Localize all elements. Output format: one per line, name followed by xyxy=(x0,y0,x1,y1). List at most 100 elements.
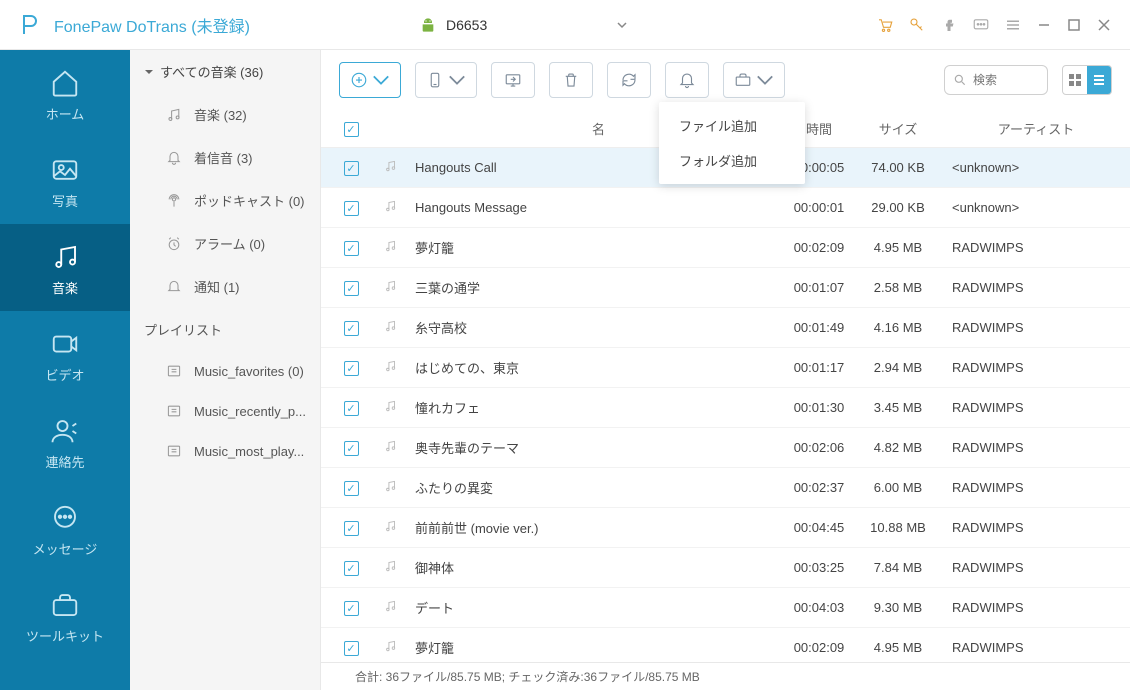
bell-icon xyxy=(678,71,696,89)
playlist-item[interactable]: Music_most_play... xyxy=(130,431,320,471)
nav-home-label: ホーム xyxy=(0,104,130,123)
table-row[interactable]: ✓Hangouts Message00:00:0129.00 KB<unknow… xyxy=(321,188,1130,228)
nav-contacts[interactable]: 連絡先 xyxy=(0,398,130,485)
export-to-pc-button[interactable] xyxy=(491,62,535,98)
music-note-icon xyxy=(371,479,411,496)
row-checkbox[interactable]: ✓ xyxy=(344,641,359,656)
table-row[interactable]: ✓はじめての、東京00:01:172.94 MBRADWIMPS xyxy=(321,348,1130,388)
feedback-icon[interactable] xyxy=(972,16,990,34)
row-checkbox[interactable]: ✓ xyxy=(344,321,359,336)
music-note-icon xyxy=(371,279,411,296)
table-row[interactable]: ✓奥寺先輩のテーマ00:02:064.82 MBRADWIMPS xyxy=(321,428,1130,468)
table-row[interactable]: ✓憧れカフェ00:01:303.45 MBRADWIMPS xyxy=(321,388,1130,428)
col-artist[interactable]: アーティスト xyxy=(940,119,1120,138)
row-name: 前前前世 (movie ver.) xyxy=(411,518,782,537)
playlist-item[interactable]: Music_recently_p... xyxy=(130,391,320,431)
toolbox-button[interactable] xyxy=(723,62,785,98)
facebook-icon[interactable] xyxy=(940,16,958,34)
delete-button[interactable] xyxy=(549,62,593,98)
cart-icon[interactable] xyxy=(876,16,894,34)
maximize-button[interactable] xyxy=(1066,17,1082,33)
table-row[interactable]: ✓三葉の通学00:01:072.58 MBRADWIMPS xyxy=(321,268,1130,308)
row-checkbox[interactable]: ✓ xyxy=(344,481,359,496)
refresh-icon xyxy=(620,71,638,89)
row-size: 29.00 KB xyxy=(856,200,940,215)
row-size: 74.00 KB xyxy=(856,160,940,175)
sidebar-item-label: ポッドキャスト (0) xyxy=(194,191,305,210)
export-to-device-button[interactable] xyxy=(415,62,477,98)
nav-video-label: ビデオ xyxy=(0,365,130,384)
music-note-icon xyxy=(371,439,411,456)
nav-messages[interactable]: メッセージ xyxy=(0,485,130,572)
row-checkbox[interactable]: ✓ xyxy=(344,161,359,176)
search-box[interactable] xyxy=(944,65,1048,95)
sidebar-item-ringtones[interactable]: 着信音 (3) xyxy=(130,136,320,179)
music-note-icon xyxy=(371,559,411,576)
row-checkbox[interactable]: ✓ xyxy=(344,401,359,416)
notifications-icon xyxy=(166,279,182,295)
music-icon xyxy=(166,107,182,123)
monitor-export-icon xyxy=(504,71,522,89)
grid-view-button[interactable] xyxy=(1063,66,1087,94)
row-artist: <unknown> xyxy=(940,200,1120,215)
row-artist: RADWIMPS xyxy=(940,400,1120,415)
row-time: 00:01:07 xyxy=(782,280,856,295)
row-checkbox[interactable]: ✓ xyxy=(344,601,359,616)
add-file-option[interactable]: ファイル追加 xyxy=(659,108,805,143)
table-row[interactable]: ✓デート00:04:039.30 MBRADWIMPS xyxy=(321,588,1130,628)
menu-icon[interactable] xyxy=(1004,16,1022,34)
app-title: FonePaw DoTrans (未登録) xyxy=(54,13,250,37)
table-row[interactable]: ✓ふたりの異変00:02:376.00 MBRADWIMPS xyxy=(321,468,1130,508)
nav-video[interactable]: ビデオ xyxy=(0,311,130,398)
playlist-label: Music_favorites (0) xyxy=(194,364,304,379)
table-row[interactable]: ✓夢灯籠00:02:094.95 MBRADWIMPS xyxy=(321,628,1130,662)
nav-home[interactable]: ホーム xyxy=(0,50,130,137)
add-button[interactable] xyxy=(339,62,401,98)
device-selector[interactable]: D6653 xyxy=(420,17,627,33)
android-icon xyxy=(420,17,436,33)
row-name: 奥寺先輩のテーマ xyxy=(411,438,782,457)
table-row[interactable]: ✓夢灯籠00:02:094.95 MBRADWIMPS xyxy=(321,228,1130,268)
row-checkbox[interactable]: ✓ xyxy=(344,561,359,576)
playlist-label: Music_most_play... xyxy=(194,444,304,459)
table-row[interactable]: ✓御神体00:03:257.84 MBRADWIMPS xyxy=(321,548,1130,588)
sidebar-item-alarms[interactable]: アラーム (0) xyxy=(130,222,320,265)
playlist-item[interactable]: Music_favorites (0) xyxy=(130,351,320,391)
music-note-icon xyxy=(371,239,411,256)
add-folder-option[interactable]: フォルダ追加 xyxy=(659,143,805,178)
messages-icon xyxy=(50,503,80,533)
all-music-header[interactable]: すべての音楽 (36) xyxy=(130,50,320,93)
select-all-checkbox[interactable]: ✓ xyxy=(344,122,359,137)
nav-toolkit[interactable]: ツールキット xyxy=(0,572,130,659)
nav-music-label: 音楽 xyxy=(0,278,130,297)
row-checkbox[interactable]: ✓ xyxy=(344,201,359,216)
nav-messages-label: メッセージ xyxy=(0,539,130,558)
table-row[interactable]: ✓前前前世 (movie ver.)00:04:4510.88 MBRADWIM… xyxy=(321,508,1130,548)
key-icon[interactable] xyxy=(908,16,926,34)
search-input[interactable] xyxy=(973,73,1037,87)
refresh-button[interactable] xyxy=(607,62,651,98)
row-checkbox[interactable]: ✓ xyxy=(344,441,359,456)
table-row[interactable]: ✓糸守高校00:01:494.16 MBRADWIMPS xyxy=(321,308,1130,348)
row-checkbox[interactable]: ✓ xyxy=(344,281,359,296)
close-button[interactable] xyxy=(1096,17,1112,33)
ringtones-icon xyxy=(166,150,182,166)
col-size[interactable]: サイズ xyxy=(856,119,940,138)
sidebar-item-music[interactable]: 音楽 (32) xyxy=(130,93,320,136)
row-checkbox[interactable]: ✓ xyxy=(344,241,359,256)
contacts-icon xyxy=(50,416,80,446)
sidebar-item-notifications[interactable]: 通知 (1) xyxy=(130,265,320,308)
list-view-button[interactable] xyxy=(1087,66,1111,94)
row-size: 2.58 MB xyxy=(856,280,940,295)
row-time: 00:01:17 xyxy=(782,360,856,375)
music-note-icon xyxy=(371,519,411,536)
row-checkbox[interactable]: ✓ xyxy=(344,521,359,536)
row-checkbox[interactable]: ✓ xyxy=(344,361,359,376)
minimize-button[interactable] xyxy=(1036,17,1052,33)
nav-sidebar: ホーム 写真 音楽 ビデオ 連絡先 メッセージ ツールキット xyxy=(0,50,130,690)
sidebar-item-podcasts[interactable]: ポッドキャスト (0) xyxy=(130,179,320,222)
nav-photo[interactable]: 写真 xyxy=(0,137,130,224)
ringtone-button[interactable] xyxy=(665,62,709,98)
nav-music[interactable]: 音楽 xyxy=(0,224,130,311)
row-size: 3.45 MB xyxy=(856,400,940,415)
